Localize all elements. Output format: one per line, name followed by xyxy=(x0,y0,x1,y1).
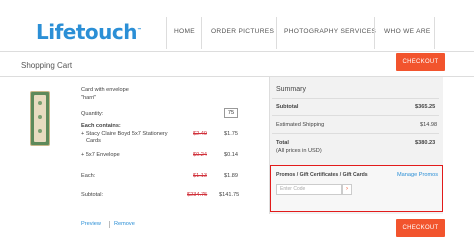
total-label: Total xyxy=(276,140,289,146)
card-pattern xyxy=(38,129,42,133)
nav-home[interactable]: HOME xyxy=(174,28,195,35)
trademark-mark: ™ xyxy=(137,27,142,34)
card-pattern xyxy=(38,115,42,119)
component-name: + Stacy Claire Boyd 5x7 Stationery xyxy=(81,131,168,137)
promo-title: Promos / Gift Certificates / Gift Cards xyxy=(276,172,368,178)
contains-label: Each contains: xyxy=(81,123,121,129)
manage-promos-link[interactable]: Manage Promos xyxy=(397,172,438,178)
shipping-value: $14.98 xyxy=(420,122,438,128)
apply-promo-arrow-icon[interactable]: › xyxy=(342,184,352,195)
subtotal-original-price: $234.75 xyxy=(187,192,208,198)
item-name-sub: "harri" xyxy=(81,95,97,101)
nav-order-pictures[interactable]: ORDER PICTURES xyxy=(211,28,274,35)
nav-divider xyxy=(434,17,435,49)
product-thumbnail[interactable] xyxy=(30,91,50,146)
nav-who-we-are[interactable]: WHO WE ARE xyxy=(384,28,431,35)
item-name: Card with envelope xyxy=(81,87,129,93)
preview-link[interactable]: Preview xyxy=(81,221,101,227)
summary-divider xyxy=(272,98,439,99)
nav-divider xyxy=(166,17,167,49)
each-price: $1.89 xyxy=(224,173,238,179)
each-original-price: $1.13 xyxy=(193,173,207,179)
lifetouch-logo[interactable]: Lifetouch™ xyxy=(36,20,142,44)
component-original-price: $0.24 xyxy=(193,152,207,158)
summary-subtotal-value: $365.25 xyxy=(415,104,436,110)
total-value: $380.23 xyxy=(415,140,436,146)
currency-note: (All prices in USD) xyxy=(276,148,322,154)
logo-text: Lifetouch xyxy=(36,20,138,44)
card-pattern xyxy=(38,101,42,105)
summary-divider xyxy=(272,133,439,134)
component-price: $1.75 xyxy=(224,131,238,137)
component-price: $0.14 xyxy=(224,152,238,158)
nav-photography-services[interactable]: PHOTOGRAPHY SERVICES xyxy=(284,28,376,35)
summary-subtotal-label: Subtotal xyxy=(276,104,299,110)
checkout-button-top[interactable]: CHECKOUT xyxy=(396,53,445,71)
component-name: + 5x7 Envelope xyxy=(81,152,120,158)
nav-divider xyxy=(276,17,277,49)
link-divider xyxy=(109,221,110,228)
each-label: Each: xyxy=(81,173,96,179)
nav-divider xyxy=(201,17,202,49)
site-header: Lifetouch™ HOME ORDER PICTURES PHOTOGRAP… xyxy=(0,0,474,50)
subtotal-price: $141.75 xyxy=(219,192,240,198)
remove-link[interactable]: Remove xyxy=(114,221,135,227)
summary-title: Summary xyxy=(276,86,306,93)
component-original-price: $2.49 xyxy=(193,131,207,137)
component-name-cont: Cards xyxy=(86,138,101,144)
subtotal-label: Subtotal: xyxy=(81,192,104,198)
quantity-label: Quantity: xyxy=(81,111,104,117)
checkout-button-bottom[interactable]: CHECKOUT xyxy=(396,219,445,237)
summary-divider xyxy=(272,115,439,116)
nav-divider xyxy=(374,17,375,49)
promo-code-input[interactable]: Enter Code xyxy=(276,184,342,195)
card-preview-image xyxy=(34,95,46,142)
quantity-input[interactable]: 75 xyxy=(224,108,238,118)
page-title: Shopping Cart xyxy=(21,61,73,70)
shipping-label: Estimated Shipping xyxy=(276,122,325,128)
